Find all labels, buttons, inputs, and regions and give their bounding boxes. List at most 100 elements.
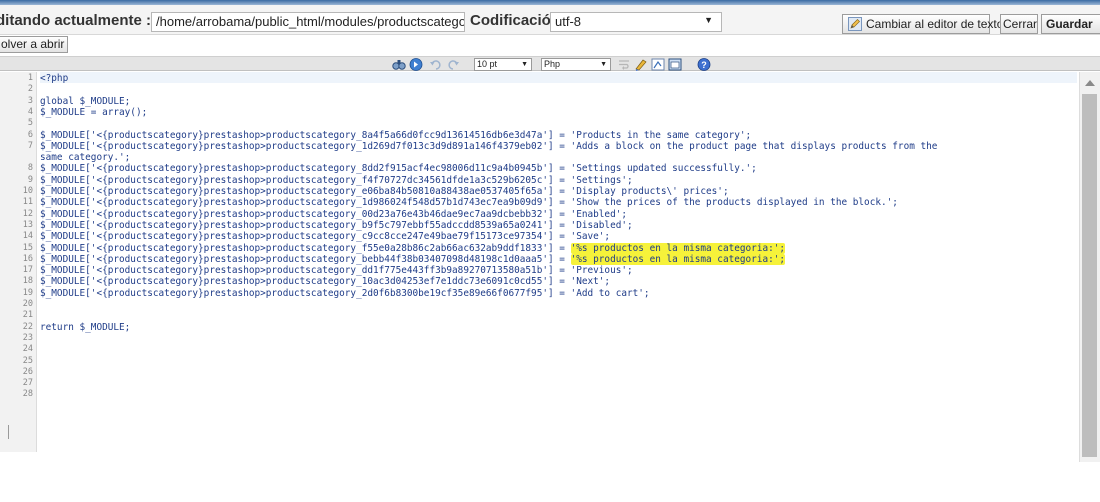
code-line: $_MODULE['<{productscategory}prestashop>… (40, 141, 937, 152)
code-line-text: $_MODULE['<{productscategory}prestashop>… (40, 231, 611, 243)
line-number: 4 (27, 106, 33, 117)
code-line: $_MODULE['<{productscategory}prestashop>… (40, 276, 610, 287)
editing-label: ditando actualmente : (0, 12, 152, 29)
editor-toolbar: 10 pt ▼ Php ▼ ? (0, 56, 1100, 71)
code-line: global $_MODULE; (40, 96, 130, 107)
code-line: <?php (40, 73, 68, 84)
line-number: 19 (22, 287, 33, 298)
code-line-text: $_MODULE['<{productscategory}prestashop>… (40, 265, 633, 277)
close-button[interactable]: Cerrar (1000, 14, 1038, 34)
save-button[interactable]: Guardar (1041, 14, 1100, 34)
line-number: 13 (22, 219, 33, 230)
file-path-field[interactable]: /home/arrobama/public_html/modules/produ… (151, 12, 465, 32)
code-area[interactable]: <?php global $_MODULE; $_MODULE = array();… (40, 72, 1077, 452)
line-number: 25 (22, 355, 33, 366)
scroll-up-icon[interactable] (1085, 80, 1095, 86)
undo-icon[interactable] (429, 58, 443, 71)
font-size-value: 10 pt (477, 59, 498, 69)
line-number: 11 (22, 197, 33, 208)
code-line-text: $_MODULE['<{productscategory}prestashop>… (40, 129, 752, 141)
line-number: 10 (22, 186, 33, 196)
line-number: 15 (22, 242, 33, 253)
line-number: 14 (22, 231, 33, 242)
line-number: 22 (22, 321, 33, 332)
line-number: 6 (27, 129, 33, 140)
scroll-thumb[interactable] (1082, 94, 1097, 457)
line-number: 1 (27, 73, 33, 83)
code-line: $_MODULE['<{productscategory}prestashop>… (40, 231, 610, 242)
code-line: return $_MODULE; (40, 322, 130, 333)
switch-to-text-editor-button[interactable]: Cambiar al editor de texto (842, 14, 1003, 34)
code-line: $_MODULE['<{productscategory}prestashop>… (40, 186, 729, 197)
active-line-highlight (40, 72, 1077, 83)
code-line-text: $_MODULE['<{productscategory}prestashop>… (40, 242, 571, 254)
vertical-scrollbar[interactable] (1079, 72, 1100, 462)
code-line-text: same category.'; (40, 152, 131, 164)
line-number: 17 (22, 265, 33, 276)
line-number-gutter: 1 2 3 4 5 6 7 8 9 10 11 12 13 14 15 16 17 18 19 20 21 22 23 24 2… (0, 72, 37, 452)
code-line: $_MODULE['<{productscategory}prestashop>… (40, 253, 786, 265)
line-number: 12 (22, 208, 33, 219)
line-number: 18 (22, 276, 33, 287)
secondary-action-row: olver a abrir (0, 36, 1100, 56)
language-select[interactable]: Php ▼ (541, 58, 611, 71)
code-line-text: $_MODULE['<{productscategory}prestashop>… (40, 287, 650, 299)
editor-header: ditando actualmente : /home/arrobama/pub… (0, 5, 1100, 35)
divider (8, 425, 9, 439)
line-number: 23 (22, 332, 33, 343)
code-line-text: $_MODULE['<{productscategory}prestashop>… (40, 219, 633, 231)
line-number: 24 (22, 344, 33, 355)
code-line: $_MODULE = array(); (40, 107, 147, 118)
code-line: $_MODULE['<{productscategory}prestashop>… (40, 288, 650, 299)
line-number: 3 (27, 95, 33, 106)
code-line: $_MODULE['<{productscategory}prestashop>… (40, 130, 751, 141)
code-line: $_MODULE['<{productscategory}prestashop>… (40, 175, 633, 186)
redo-icon[interactable] (446, 58, 460, 71)
chevron-down-icon: ▼ (521, 61, 528, 68)
find-icon[interactable] (392, 58, 406, 71)
pencil-icon (848, 17, 862, 31)
reopen-button[interactable]: olver a abrir (0, 36, 69, 53)
chevron-down-icon: ▼ (704, 15, 713, 25)
line-number: 28 (22, 389, 33, 400)
line-number: 16 (22, 253, 33, 264)
code-line-text: <?php (40, 73, 69, 84)
goto-icon[interactable] (409, 58, 423, 71)
language-value: Php (544, 59, 561, 69)
line-number: 26 (22, 366, 33, 377)
fullscreen-icon[interactable] (668, 58, 682, 71)
code-line-text: return $_MODULE; (40, 321, 131, 333)
line-number: 7 (27, 140, 33, 151)
font-size-select[interactable]: 10 pt ▼ (474, 58, 532, 71)
code-line-text: $_MODULE['<{productscategory}prestashop>… (40, 174, 633, 186)
highlighted-string: '%s productos en la misma categoria:'; (570, 242, 786, 254)
line-number: 20 (22, 299, 33, 309)
code-line-text: $_MODULE['<{productscategory}prestashop>… (40, 186, 729, 197)
code-line-text: global $_MODULE; (40, 95, 131, 107)
chevron-down-icon: ▼ (600, 61, 607, 68)
code-line-text: $_MODULE['<{productscategory}prestashop>… (40, 208, 627, 220)
code-line: same category.'; (40, 152, 130, 163)
line-number: 27 (22, 378, 33, 389)
line-number: 21 (22, 310, 33, 321)
help-icon[interactable]: ? (697, 58, 711, 71)
line-number: 8 (27, 163, 33, 174)
code-editor[interactable]: 1 2 3 4 5 6 7 8 9 10 11 12 13 14 15 16 17 18 19 20 21 22 23 24 2… (0, 72, 1079, 452)
encoding-select[interactable]: utf-8 ▼ (550, 12, 722, 32)
code-line-text: $_MODULE['<{productscategory}prestashop>… (40, 163, 757, 175)
code-line: $_MODULE['<{productscategory}prestashop>… (40, 242, 786, 254)
wordwrap-icon[interactable] (617, 58, 631, 71)
code-line: $_MODULE['<{productscategory}prestashop>… (40, 265, 633, 276)
code-line: $_MODULE['<{productscategory}prestashop>… (40, 209, 627, 220)
highlight-icon[interactable] (634, 58, 648, 71)
switch-editor-label: Cambiar al editor de texto (866, 17, 1004, 31)
code-line-text: $_MODULE['<{productscategory}prestashop>… (40, 140, 938, 152)
code-line: $_MODULE['<{productscategory}prestashop>… (40, 197, 898, 208)
code-line: $_MODULE['<{productscategory}prestashop>… (40, 220, 633, 231)
reset-icon[interactable] (651, 58, 665, 71)
line-number: 2 (27, 84, 33, 95)
code-line-text: $_MODULE['<{productscategory}prestashop>… (40, 197, 898, 209)
highlighted-string: '%s productos en la misma categoria:'; (570, 253, 786, 265)
line-number: 5 (27, 118, 33, 129)
code-line-text: $_MODULE = array(); (40, 106, 148, 118)
